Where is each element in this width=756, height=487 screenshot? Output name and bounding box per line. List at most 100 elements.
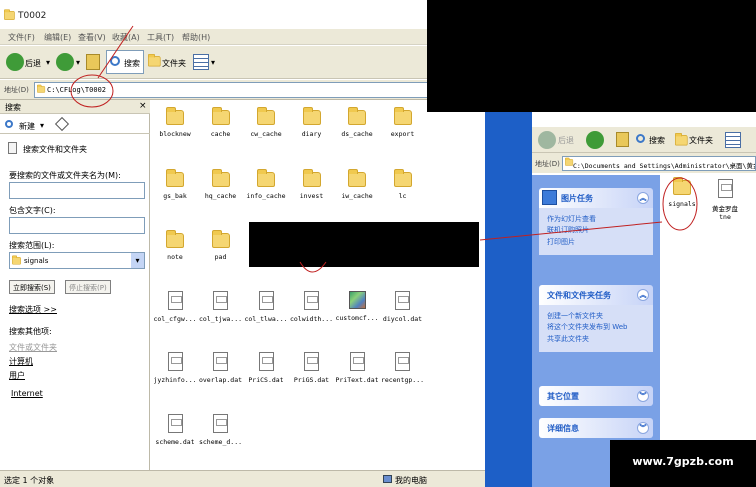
back-button[interactable]: 后退 — [25, 58, 41, 69]
status-zone: 我的电脑 — [395, 476, 427, 485]
file-tasks-header[interactable]: 文件和文件夹任务 ︽ — [539, 285, 653, 305]
package-icon — [348, 290, 366, 309]
stop-search-button[interactable]: 停止搜索(P) — [65, 280, 111, 294]
other-users-link[interactable]: 用户 — [9, 370, 25, 381]
views-icon[interactable] — [725, 132, 741, 148]
scope-label: 搜索范围(L): — [9, 241, 55, 250]
text-input[interactable] — [9, 217, 145, 234]
text-label: 包含文字(C): — [9, 206, 56, 215]
name-input[interactable] — [9, 182, 145, 199]
forward-dropdown-icon[interactable]: ▾ — [76, 58, 80, 67]
search-now-button[interactable]: 立即搜索(S) — [9, 280, 55, 294]
other-computer-link[interactable]: 计算机 — [9, 356, 33, 367]
task-new-folder[interactable]: 创建一个新文件夹 — [547, 312, 647, 320]
up-folder-icon[interactable] — [86, 54, 100, 70]
task-order-prints[interactable]: 联机订购照片 — [547, 226, 647, 234]
search-label: 搜索 — [124, 59, 140, 68]
address-value: C:\CFLog\T0002 — [47, 86, 107, 94]
file-tasks-panel: 文件和文件夹任务 ︽ 创建一个新文件夹 将这个文件夹发布到 Web 共享此文件夹 — [539, 285, 653, 353]
address-label-2: 地址(D) — [535, 160, 560, 168]
views-dropdown-icon[interactable]: ▾ — [211, 58, 215, 67]
forward-icon[interactable] — [56, 53, 74, 71]
file-item[interactable]: diycol.dat — [375, 290, 431, 323]
back-icon[interactable] — [538, 131, 556, 149]
scope-select[interactable]: signals ▾ — [9, 252, 145, 269]
details-header[interactable]: 详细信息 ︾ — [539, 418, 653, 438]
file-gold-compass[interactable]: 黄金罗盘 tne — [697, 179, 753, 221]
toolbar-2: 后退 搜索 文件夹 — [532, 127, 756, 153]
file-name: recentgp... — [380, 376, 425, 384]
folders-icon[interactable] — [148, 53, 161, 67]
expand-icon[interactable]: ︾ — [637, 390, 649, 402]
menu-favorites[interactable]: 收藏(A) — [112, 32, 140, 43]
folders-button[interactable]: 文件夹 — [689, 135, 713, 146]
search-pane-header: 搜索 × — [0, 100, 150, 114]
collapse-icon[interactable]: ︽ — [637, 192, 649, 204]
menu-edit[interactable]: 编辑(E) — [44, 32, 71, 43]
redaction-block — [249, 222, 479, 267]
back-button[interactable]: 后退 — [558, 135, 574, 146]
forward-icon[interactable] — [586, 131, 604, 149]
file-icon — [258, 352, 274, 371]
task-publish-web[interactable]: 将这个文件夹发布到 Web — [547, 323, 647, 331]
collapse-icon[interactable]: ︽ — [637, 289, 649, 301]
task-share-folder[interactable]: 共享此文件夹 — [547, 335, 647, 343]
file-icon — [167, 352, 183, 371]
file-icon — [213, 352, 228, 371]
folders-icon[interactable] — [675, 132, 688, 146]
address-label: 地址(D) — [4, 86, 29, 94]
expand-icon[interactable]: ︾ — [637, 422, 649, 434]
folder-icon — [12, 255, 21, 265]
search-button[interactable]: 搜索 — [106, 50, 144, 74]
address-value-2: C:\Documents and Settings\Administrator\… — [573, 162, 756, 170]
other-label: 搜索其他项: — [9, 327, 52, 336]
chevron-down-icon[interactable]: ▾ — [131, 253, 144, 268]
folder-item[interactable]: lc — [375, 168, 431, 200]
search-icon — [110, 56, 120, 66]
menu-help[interactable]: 帮助(H) — [182, 32, 210, 43]
dropdown-icon[interactable]: ▾ — [40, 121, 44, 130]
pane-divider — [0, 133, 150, 134]
search-icon[interactable] — [636, 134, 645, 143]
up-folder-icon[interactable] — [616, 132, 629, 147]
picture-tasks-icon — [542, 190, 557, 205]
search-button[interactable]: 搜索 — [649, 135, 665, 146]
task-print-pictures[interactable]: 打印图片 — [547, 238, 647, 246]
back-dropdown-icon[interactable]: ▾ — [46, 58, 50, 67]
redaction-block — [427, 0, 756, 112]
file-item[interactable]: recentgp... — [375, 352, 431, 384]
address-input-2[interactable]: C:\Documents and Settings\Administrator\… — [562, 156, 756, 171]
folder-icon — [302, 107, 321, 125]
folder-icon — [211, 107, 230, 125]
folder-icon — [257, 107, 275, 125]
search-pane-title: 搜索 — [5, 103, 21, 112]
other-files-link[interactable]: 文件或文件夹 — [9, 342, 57, 353]
picture-tasks-title: 图片任务 — [561, 194, 593, 203]
folder-icon — [4, 9, 15, 20]
menu-view[interactable]: 查看(V) — [78, 32, 106, 43]
menu-file[interactable]: 文件(F) — [8, 32, 35, 43]
other-internet-link[interactable]: Internet — [11, 389, 43, 398]
magnifier-doc-icon — [8, 142, 17, 154]
new-search-button[interactable]: 新建 — [19, 121, 35, 132]
picture-tasks-header[interactable]: 图片任务 ︽ — [539, 188, 653, 208]
file-name: 黄金罗盘 — [712, 205, 738, 213]
toolbar: 后退 ▾ ▾ 搜索 文件夹 ▾ — [0, 46, 485, 79]
folder-item[interactable]: export — [375, 106, 431, 138]
file-item[interactable]: scheme_d... — [193, 413, 249, 446]
file-name: diycol.dat — [382, 314, 423, 323]
folders-button[interactable]: 文件夹 — [162, 58, 186, 69]
name-label: 要搜索的文件或文件夹名为(M): — [9, 171, 121, 180]
file-icon — [167, 290, 183, 310]
file-name: lc — [398, 191, 407, 200]
address-input[interactable]: C:\CFLog\T0002 — [34, 82, 481, 98]
back-icon[interactable] — [6, 53, 24, 71]
file-name: export — [390, 130, 415, 138]
task-slideshow[interactable]: 作为幻灯片查看 — [547, 215, 647, 223]
close-icon[interactable]: × — [139, 101, 147, 111]
search-options-link[interactable]: 搜索选项 >> — [9, 304, 57, 315]
file-icon — [349, 352, 365, 371]
views-icon[interactable] — [193, 54, 209, 70]
menu-tools[interactable]: 工具(T) — [147, 32, 174, 43]
other-places-header[interactable]: 其它位置 ︾ — [539, 386, 653, 406]
